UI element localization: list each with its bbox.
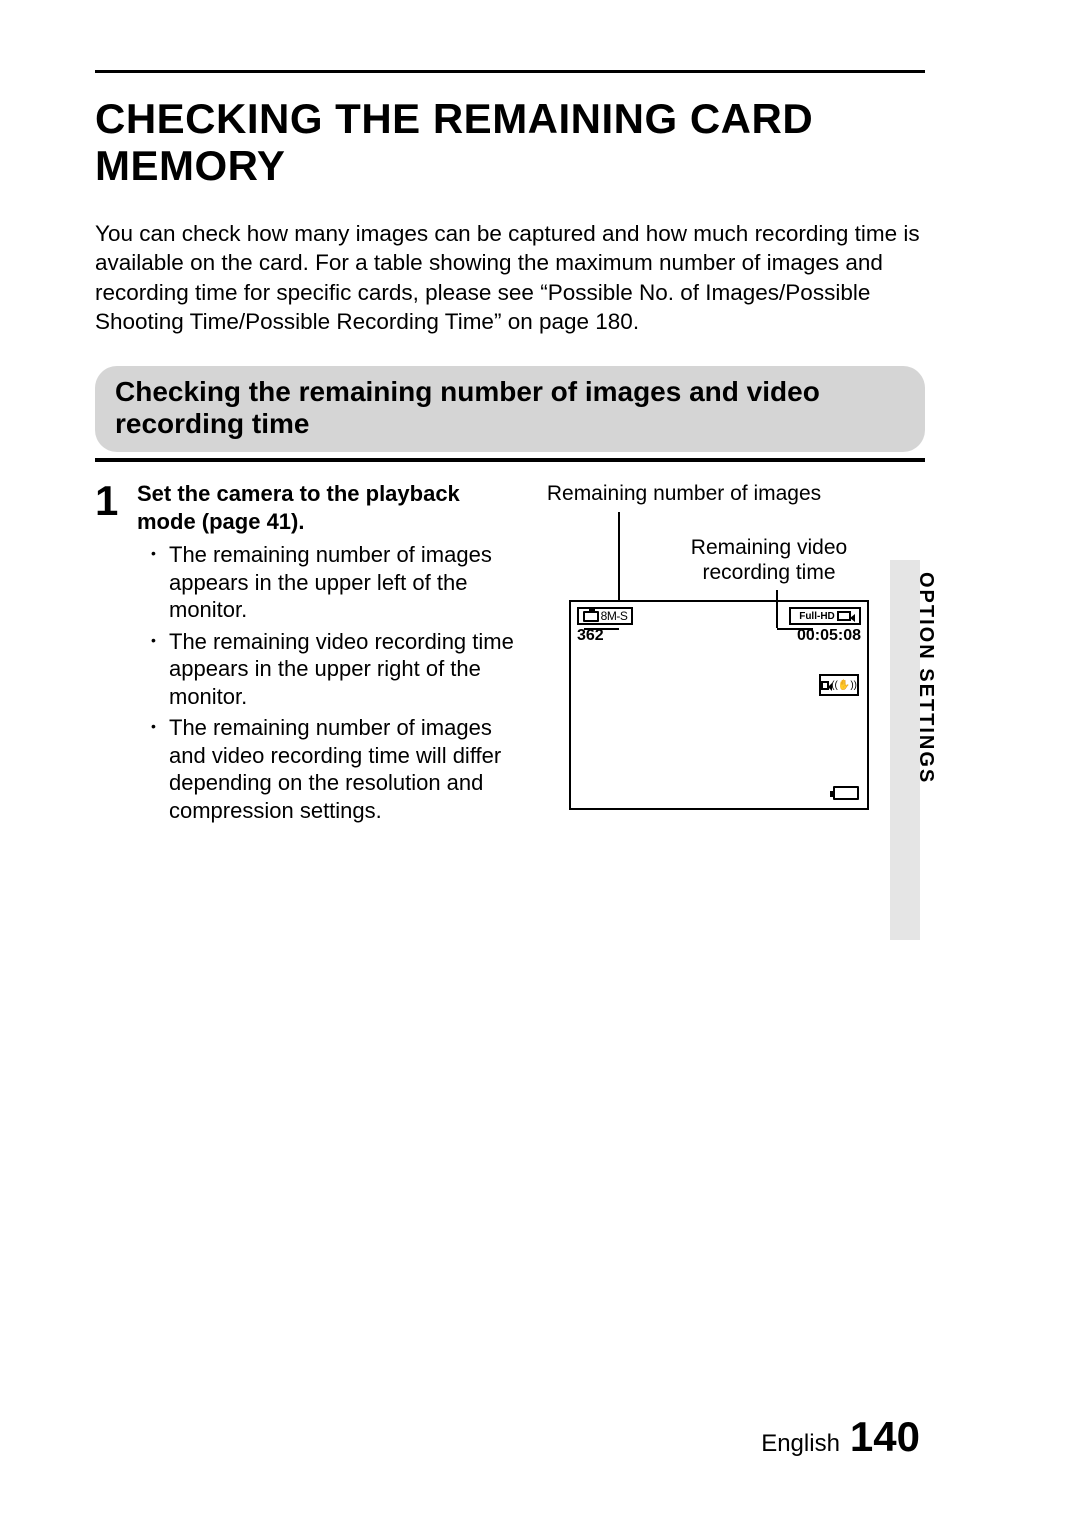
intro-paragraph: You can check how many images can be cap… (95, 219, 925, 336)
step-heading: Set the camera to the playback mode (pag… (137, 480, 521, 535)
step-number: 1 (95, 480, 137, 522)
footer-language: English (761, 1430, 840, 1458)
video-camera-icon (837, 611, 851, 621)
page-footer: English 140 (761, 1413, 920, 1461)
side-section-label: OPTION SETTINGS (914, 572, 937, 784)
camera-icon (583, 611, 599, 622)
step-bullet: • The remaining number of images and vid… (137, 714, 521, 824)
monitor-diagram: Remaining number of images Remaining vid… (529, 480, 925, 828)
photo-mode-label: 8M-S (601, 609, 628, 623)
video-time-value: 00:05:08 (797, 627, 861, 645)
battery-icon (833, 786, 859, 800)
section-heading: Checking the remaining number of images … (95, 366, 925, 452)
step-bullet: • The remaining number of images appears… (137, 541, 521, 624)
footer-page-number: 140 (850, 1413, 920, 1461)
step-1: 1 Set the camera to the playback mode (p… (95, 480, 925, 828)
bullet-text: The remaining number of images and video… (169, 714, 521, 824)
label-remaining-images: Remaining number of images (529, 482, 839, 506)
bullet-text: The remaining number of images appears i… (169, 541, 521, 624)
bullet-text: The remaining video recording time appea… (169, 628, 521, 711)
page-title: CHECKING THE REMAINING CARD MEMORY (95, 95, 925, 189)
camera-screen: 8M-S 362 Full-HD 00:05:08 ((✋)) (569, 600, 869, 810)
step-bullet: • The remaining video recording time app… (137, 628, 521, 711)
photo-mode-icon: 8M-S (577, 607, 633, 625)
images-remaining-value: 362 (577, 627, 604, 645)
stabilizer-icon: ((✋)) (819, 674, 859, 696)
label-remaining-video: Remaining video recording time (669, 536, 869, 584)
callout-line (618, 512, 620, 602)
section-rule (95, 458, 925, 462)
video-mode-label: Full-HD (799, 611, 835, 622)
video-mode-icon: Full-HD (789, 607, 861, 625)
top-rule (95, 70, 925, 73)
